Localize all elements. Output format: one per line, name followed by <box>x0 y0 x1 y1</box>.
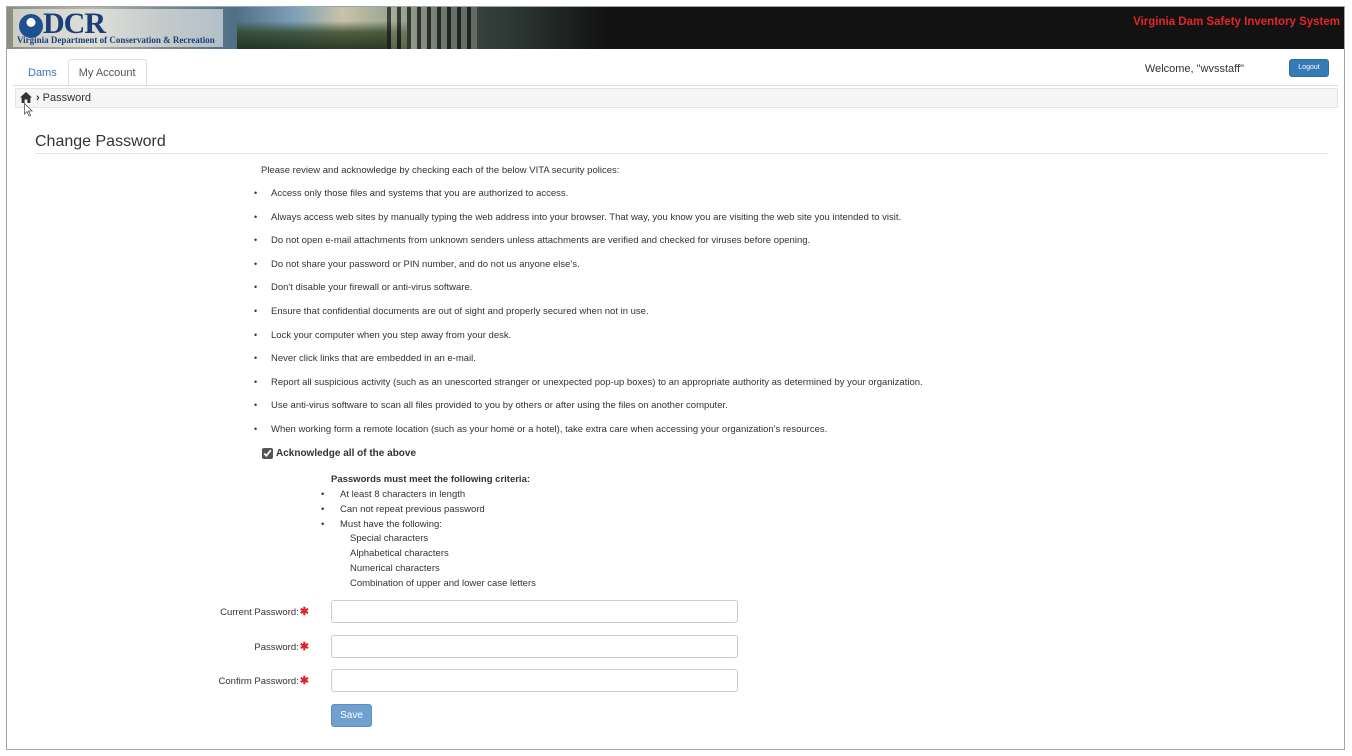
criteria-subitem: Numerical characters <box>350 562 440 574</box>
dcr-logo[interactable]: DCR Virginia Department of Conservation … <box>13 7 223 47</box>
criteria-title: Passwords must meet the following criter… <box>331 474 531 485</box>
breadcrumb: › Password <box>15 88 1338 108</box>
chevron-right-icon: › <box>36 92 40 104</box>
list-item: • Must have the following: <box>321 518 536 534</box>
criteria-text: Can not repeat previous password <box>340 503 485 515</box>
confirm-password-label: Confirm Password:✱ <box>218 675 309 687</box>
list-item: • Ensure that confidential documents are … <box>254 306 923 330</box>
title-divider <box>35 153 1328 154</box>
password-label: Password:✱ <box>254 641 309 653</box>
policy-text: When working form a remote location (suc… <box>271 423 828 435</box>
tab-dams[interactable]: Dams <box>17 59 68 86</box>
policy-intro: Please review and acknowledge by checkin… <box>261 165 620 176</box>
welcome-text: Welcome, "wvsstaff" <box>1144 63 1244 75</box>
list-item: • Do not open e-mail attachments from unk… <box>254 235 923 259</box>
header-banner: DCR Virginia Department of Conservation … <box>7 7 1344 49</box>
list-item: • Never click links that are embedded in … <box>254 353 923 377</box>
mouse-cursor-icon <box>24 103 33 117</box>
list-item: • When working form a remote location (su… <box>254 424 923 448</box>
logo-subtext: Virginia Department of Conservation & Re… <box>17 35 215 45</box>
list-item: • Do not share your password or PIN numbe… <box>254 259 923 283</box>
save-button[interactable]: Save <box>331 704 372 727</box>
policy-text: Never click links that are embedded in a… <box>271 353 476 365</box>
policy-text: Always access web sites by manually typi… <box>271 211 902 223</box>
current-password-row: Current Password:✱ <box>7 600 747 624</box>
list-item: • Use anti-virus software to scan all fil… <box>254 400 923 424</box>
policy-text: Report all suspicious activity (such as … <box>271 376 923 388</box>
criteria-subitem: Special characters <box>350 533 429 545</box>
password-input[interactable] <box>331 635 738 658</box>
password-criteria: Passwords must meet the following criter… <box>321 474 536 593</box>
criteria-subitem: Combination of upper and lower case lett… <box>350 577 536 589</box>
policy-text: Ensure that confidential documents are o… <box>271 305 649 317</box>
app-window: DCR Virginia Department of Conservation … <box>6 6 1345 750</box>
page-title: Change Password <box>35 133 166 150</box>
breadcrumb-current: Password <box>42 92 91 104</box>
required-icon: ✱ <box>299 641 309 653</box>
list-item: • Lock your computer when you step away f… <box>254 330 923 354</box>
policy-text: Do not open e-mail attachments from unkn… <box>271 235 811 247</box>
tab-my-account[interactable]: My Account <box>67 59 147 86</box>
policy-text: Do not share your password or PIN number… <box>271 258 580 270</box>
confirm-password-row: Confirm Password:✱ <box>7 669 747 693</box>
password-row: Password:✱ <box>7 635 747 659</box>
nav-tabs: Dams My Account <box>17 59 147 86</box>
required-icon: ✱ <box>299 675 309 687</box>
criteria-list: • At least 8 characters in length • Can no… <box>321 489 536 534</box>
policy-list: • Access only those files and systems tha… <box>254 188 923 448</box>
list-item: • Access only those files and systems tha… <box>254 188 923 212</box>
system-title: Virginia Dam Safety Inventory System <box>1133 16 1340 28</box>
policy-text: Use anti-virus software to scan all file… <box>271 400 728 412</box>
acknowledge-label: Acknowledge all of the above <box>276 448 417 459</box>
acknowledge-checkbox[interactable] <box>262 448 273 459</box>
list-item: • At least 8 characters in length <box>321 489 536 504</box>
list-item: • Always access web sites by manually typ… <box>254 212 923 236</box>
list-item: • Don't disable your firewall or anti-vir… <box>254 282 923 306</box>
criteria-subitem: Alphabetical characters <box>350 548 449 560</box>
criteria-text: At least 8 characters in length <box>340 489 466 500</box>
list-item: • Report all suspicious activity (such as… <box>254 377 923 401</box>
current-password-label: Current Password:✱ <box>220 606 309 618</box>
required-icon: ✱ <box>299 606 309 618</box>
logout-button[interactable]: Logout <box>1289 59 1329 77</box>
acknowledge-row[interactable]: Acknowledge all of the above <box>262 448 416 459</box>
tabs-divider <box>13 85 1338 86</box>
criteria-text: Must have the following: <box>340 518 442 530</box>
confirm-password-input[interactable] <box>331 669 738 692</box>
policy-text: Lock your computer when you step away fr… <box>271 329 512 341</box>
list-item: • Can not repeat previous password <box>321 503 536 519</box>
policy-text: Access only those files and systems that… <box>271 188 569 199</box>
current-password-input[interactable] <box>331 600 738 623</box>
policy-text: Don't disable your firewall or anti-viru… <box>271 282 473 294</box>
